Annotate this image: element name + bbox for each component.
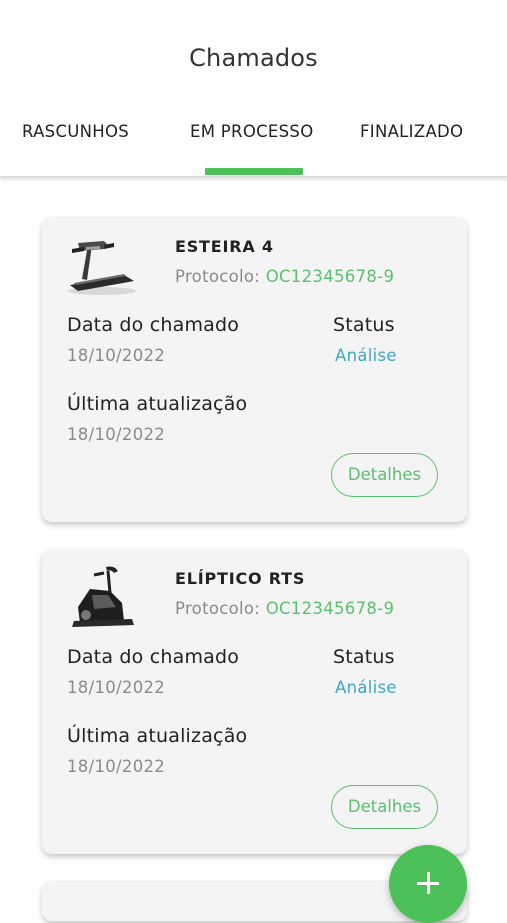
status-label: Status: [333, 646, 395, 668]
details-button[interactable]: Detalhes: [331, 453, 438, 497]
add-ticket-button[interactable]: [389, 845, 467, 923]
tab-rascunhos[interactable]: RASCUNHOS: [22, 122, 129, 141]
tab-finalizado[interactable]: FINALIZADO: [360, 122, 463, 141]
update-value: 18/10/2022: [67, 757, 166, 776]
protocol-label: Protocolo:: [175, 267, 266, 286]
protocol-label: Protocolo:: [175, 599, 266, 618]
page-title: Chamados: [189, 44, 318, 72]
protocol: Protocolo: OC12345678-9: [175, 599, 394, 618]
protocol-code: OC12345678-9: [265, 599, 395, 618]
status-value: Análise: [335, 678, 397, 697]
date-label: Data do chamado: [67, 314, 240, 336]
update-label: Última atualização: [67, 393, 248, 415]
tab-em-processo[interactable]: EM PROCESSO: [190, 122, 314, 141]
update-label: Última atualização: [67, 725, 248, 747]
equipment-name: ESTEIRA 4: [175, 237, 274, 256]
protocol-code: OC12345678-9: [265, 267, 395, 286]
date-value: 18/10/2022: [67, 346, 166, 365]
ticket-card: ELÍPTICO RTS Protocolo: OC12345678-9 Dat…: [42, 549, 467, 854]
tab-bar: RASCUNHOS EM PROCESSO FINALIZADO: [0, 118, 507, 177]
update-value: 18/10/2022: [67, 425, 166, 444]
equipment-name: ELÍPTICO RTS: [175, 569, 306, 588]
elliptical-icon: [72, 566, 134, 627]
date-value: 18/10/2022: [67, 678, 166, 697]
date-label: Data do chamado: [67, 646, 240, 668]
details-button[interactable]: Detalhes: [331, 785, 438, 829]
treadmill-icon: [68, 241, 136, 295]
ticket-card: ESTEIRA 4 Protocolo: OC12345678-9 Data d…: [42, 217, 467, 522]
status-label: Status: [333, 314, 395, 336]
status-value: Análise: [335, 346, 397, 365]
protocol: Protocolo: OC12345678-9: [175, 267, 394, 286]
active-tab-indicator: [205, 168, 303, 175]
